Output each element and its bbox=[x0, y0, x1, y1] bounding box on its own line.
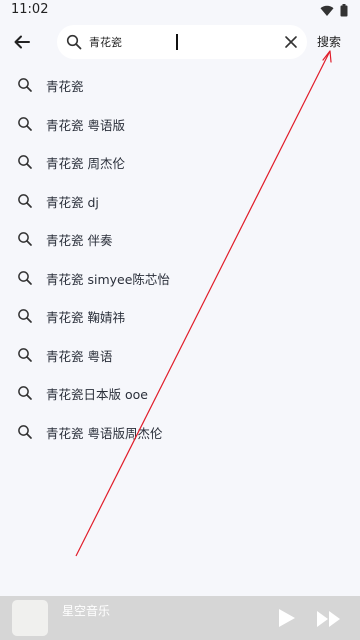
suggestion-text: 青花瓷 鞠婧祎 bbox=[46, 310, 125, 325]
status-time: 11:02 bbox=[11, 2, 49, 17]
next-button[interactable] bbox=[316, 610, 342, 628]
search-icon bbox=[18, 78, 32, 92]
suggestion-text: 青花瓷 粤语 bbox=[46, 348, 113, 364]
search-header: 搜索 bbox=[0, 22, 360, 62]
suggestion-item[interactable]: 青花瓷 鞠婧祎 bbox=[0, 297, 360, 336]
wifi-icon bbox=[320, 5, 334, 16]
suggestion-item[interactable]: 青花瓷 周杰伦 bbox=[0, 143, 360, 182]
suggestion-item[interactable]: 青花瓷 bbox=[0, 66, 360, 105]
search-icon bbox=[18, 232, 32, 246]
search-icon bbox=[18, 347, 32, 362]
clear-button[interactable] bbox=[283, 34, 299, 50]
suggestion-text: 青花瓷 simyee陈芯怡 bbox=[46, 271, 170, 287]
search-icon bbox=[66, 34, 82, 50]
play-icon bbox=[279, 609, 295, 627]
search-button[interactable]: 搜索 bbox=[317, 33, 341, 50]
search-icon bbox=[18, 309, 32, 323]
search-icon bbox=[18, 386, 32, 400]
suggestion-list: 青花瓷 青花瓷 粤语版 青花瓷 周杰伦 青花瓷 dj 青花瓷 伴奏 青花瓷 si… bbox=[0, 66, 360, 451]
status-bar: 11:02 bbox=[0, 0, 360, 22]
suggestion-text: 青花瓷 周杰伦 bbox=[46, 156, 125, 171]
suggestion-text: 青花瓷 dj bbox=[46, 194, 99, 210]
play-button[interactable] bbox=[276, 608, 296, 628]
suggestion-item[interactable]: 青花瓷 simyee陈芯怡 bbox=[0, 259, 360, 298]
suggestion-item[interactable]: 青花瓷 粤语 bbox=[0, 336, 360, 375]
suggestion-text: 青花瓷 bbox=[46, 79, 84, 94]
search-icon bbox=[18, 155, 32, 169]
suggestion-text: 青花瓷 粤语版 bbox=[46, 117, 125, 133]
search-box[interactable] bbox=[57, 25, 307, 59]
search-icon bbox=[18, 193, 32, 208]
suggestion-text: 青花瓷 粤语版周杰伦 bbox=[46, 425, 163, 441]
suggestion-text: 青花瓷日本版 ooe bbox=[46, 387, 148, 402]
text-caret bbox=[176, 34, 178, 50]
search-icon bbox=[18, 270, 32, 285]
suggestion-item[interactable]: 青花瓷日本版 ooe bbox=[0, 374, 360, 413]
suggestion-item[interactable]: 青花瓷 粤语版周杰伦 bbox=[0, 413, 360, 452]
search-icon bbox=[18, 424, 32, 439]
battery-icon bbox=[340, 4, 348, 17]
arrow-left-icon bbox=[14, 35, 30, 49]
search-input[interactable] bbox=[89, 32, 259, 52]
back-button[interactable] bbox=[10, 30, 34, 54]
status-icons bbox=[320, 4, 348, 17]
search-icon bbox=[18, 116, 32, 131]
track-title: 星空音乐 bbox=[62, 604, 111, 618]
suggestion-item[interactable]: 青花瓷 伴奏 bbox=[0, 220, 360, 259]
suggestion-item[interactable]: 青花瓷 dj bbox=[0, 182, 360, 221]
album-cover[interactable] bbox=[12, 600, 48, 636]
suggestion-item[interactable]: 青花瓷 粤语版 bbox=[0, 105, 360, 144]
close-icon bbox=[285, 36, 297, 48]
fast-forward-icon bbox=[317, 611, 340, 627]
mini-player[interactable]: 星空音乐 bbox=[0, 596, 360, 640]
suggestion-text: 青花瓷 伴奏 bbox=[46, 233, 113, 248]
